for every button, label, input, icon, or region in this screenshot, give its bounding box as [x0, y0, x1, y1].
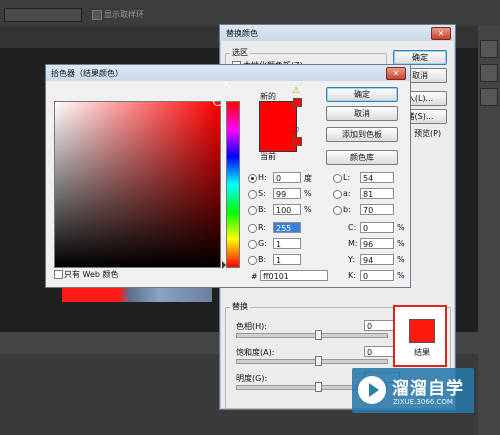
play-icon [369, 383, 379, 397]
b-label: B: [258, 205, 267, 214]
current-label: 当前 [260, 152, 276, 161]
watermark-url: ZIXUE.3066.COM [393, 398, 453, 406]
a-radio[interactable] [333, 190, 342, 199]
replace-color-close-button[interactable]: ✕ [431, 27, 451, 40]
panel-tab[interactable] [480, 40, 498, 58]
h-unit: 度 [304, 174, 312, 183]
s-label: S: [258, 189, 266, 198]
out-of-gamut-warning-icon[interactable]: ⚠ [292, 86, 300, 96]
show-sample-ring-checkbox[interactable] [92, 10, 102, 20]
l-input[interactable]: 54 [360, 172, 394, 183]
c-input[interactable]: 0 [360, 222, 394, 233]
b-radio[interactable] [248, 206, 257, 215]
blue-label: B: [258, 255, 267, 264]
color-picker-dialog: 拾色器（结果颜色） ✕ 只有 Web 颜色 新的 当前 ⚠ ⬡ 确定 取消 添加… [45, 64, 411, 288]
web-safe-cube-icon[interactable]: ⬡ [292, 125, 299, 134]
k-label: K: [348, 271, 356, 280]
color-picker-close-button[interactable]: ✕ [386, 67, 406, 80]
c-unit: % [397, 223, 405, 232]
m-unit: % [397, 239, 405, 248]
show-sample-ring-label: 显示取样环 [104, 10, 144, 19]
hue-strip[interactable] [226, 101, 240, 268]
h-radio[interactable] [248, 174, 257, 183]
picker-ok-button[interactable]: 确定 [326, 87, 398, 102]
r-input[interactable]: 255 [273, 222, 301, 233]
panel-tab[interactable] [480, 88, 498, 106]
l-label: L: [343, 173, 351, 182]
replace-color-title: 替换颜色 [226, 29, 258, 38]
r-label: R: [258, 223, 267, 232]
selection-group-label: 选区 [230, 47, 250, 58]
g-label: G: [258, 239, 267, 248]
a-label: a: [343, 189, 351, 198]
hue-slider-left-arrow[interactable] [222, 261, 226, 269]
mouse-cursor-icon: ↖ [223, 78, 234, 92]
hex-input[interactable]: ff0101 [260, 270, 328, 281]
k-unit: % [397, 271, 405, 280]
lightness-label: 明度(G): [236, 374, 268, 383]
r-radio[interactable] [248, 224, 257, 233]
blue-radio[interactable] [248, 256, 257, 265]
lab-b-label: b: [343, 205, 351, 214]
document-image [62, 286, 212, 302]
color-field[interactable] [54, 101, 221, 268]
replace-ok-button[interactable]: 确定 [393, 50, 447, 65]
s-radio[interactable] [248, 190, 257, 199]
m-label: M: [348, 239, 358, 248]
y-input[interactable]: 94 [360, 254, 394, 265]
m-input[interactable]: 96 [360, 238, 394, 249]
watermark-name: 溜溜自学 [392, 379, 464, 399]
y-unit: % [397, 255, 405, 264]
result-color-swatch[interactable] [409, 319, 435, 343]
new-color-swatch [259, 101, 297, 127]
tool-preset-dropdown[interactable] [4, 8, 82, 22]
watermark-logo: 溜溜自学 ZIXUE.3066.COM [352, 368, 474, 413]
blue-input[interactable]: 1 [273, 254, 301, 265]
color-libraries-button[interactable]: 颜色库 [326, 150, 398, 165]
l-radio[interactable] [333, 174, 342, 183]
lab-b-radio[interactable] [333, 206, 342, 215]
g-input[interactable]: 1 [273, 238, 301, 249]
panel-tab[interactable] [480, 64, 498, 82]
k-input[interactable]: 0 [360, 270, 394, 281]
c-label: C: [348, 223, 357, 232]
hex-symbol: # [251, 272, 258, 281]
web-safe-color-swatch[interactable] [293, 137, 302, 146]
hue-slider[interactable] [236, 333, 388, 338]
a-input[interactable]: 81 [360, 188, 394, 199]
web-only-label: 只有 Web 颜色 [64, 270, 119, 279]
s-unit: % [304, 189, 312, 198]
y-label: Y: [348, 255, 355, 264]
add-to-swatches-button[interactable]: 添加到色板 [326, 127, 398, 142]
h-input[interactable]: 0 [273, 172, 301, 183]
color-field-cursor[interactable] [213, 96, 223, 106]
b-unit: % [304, 205, 312, 214]
result-label: 结果 [414, 348, 430, 357]
saturation-label: 饱和度(A): [236, 348, 275, 357]
lab-b-input[interactable]: 70 [360, 204, 394, 215]
s-input[interactable]: 99 [273, 188, 301, 199]
hue-label: 色相(H): [236, 322, 267, 331]
h-label: H: [258, 173, 267, 182]
b-input[interactable]: 100 [273, 204, 301, 215]
lightness-slider-thumb[interactable] [315, 382, 322, 392]
picker-cancel-button[interactable]: 取消 [326, 106, 398, 121]
saturation-slider[interactable] [236, 359, 388, 364]
g-radio[interactable] [248, 240, 257, 249]
gamut-color-swatch[interactable] [293, 98, 302, 107]
saturation-slider-thumb[interactable] [315, 356, 322, 366]
right-panel-dock [478, 26, 500, 435]
hue-slider-thumb[interactable] [315, 330, 322, 340]
web-only-checkbox[interactable] [54, 270, 63, 279]
preview-label: 预览(P) [414, 129, 442, 138]
replace-group-label: 替换 [230, 301, 250, 312]
color-picker-title: 拾色器（结果颜色） [51, 69, 123, 78]
